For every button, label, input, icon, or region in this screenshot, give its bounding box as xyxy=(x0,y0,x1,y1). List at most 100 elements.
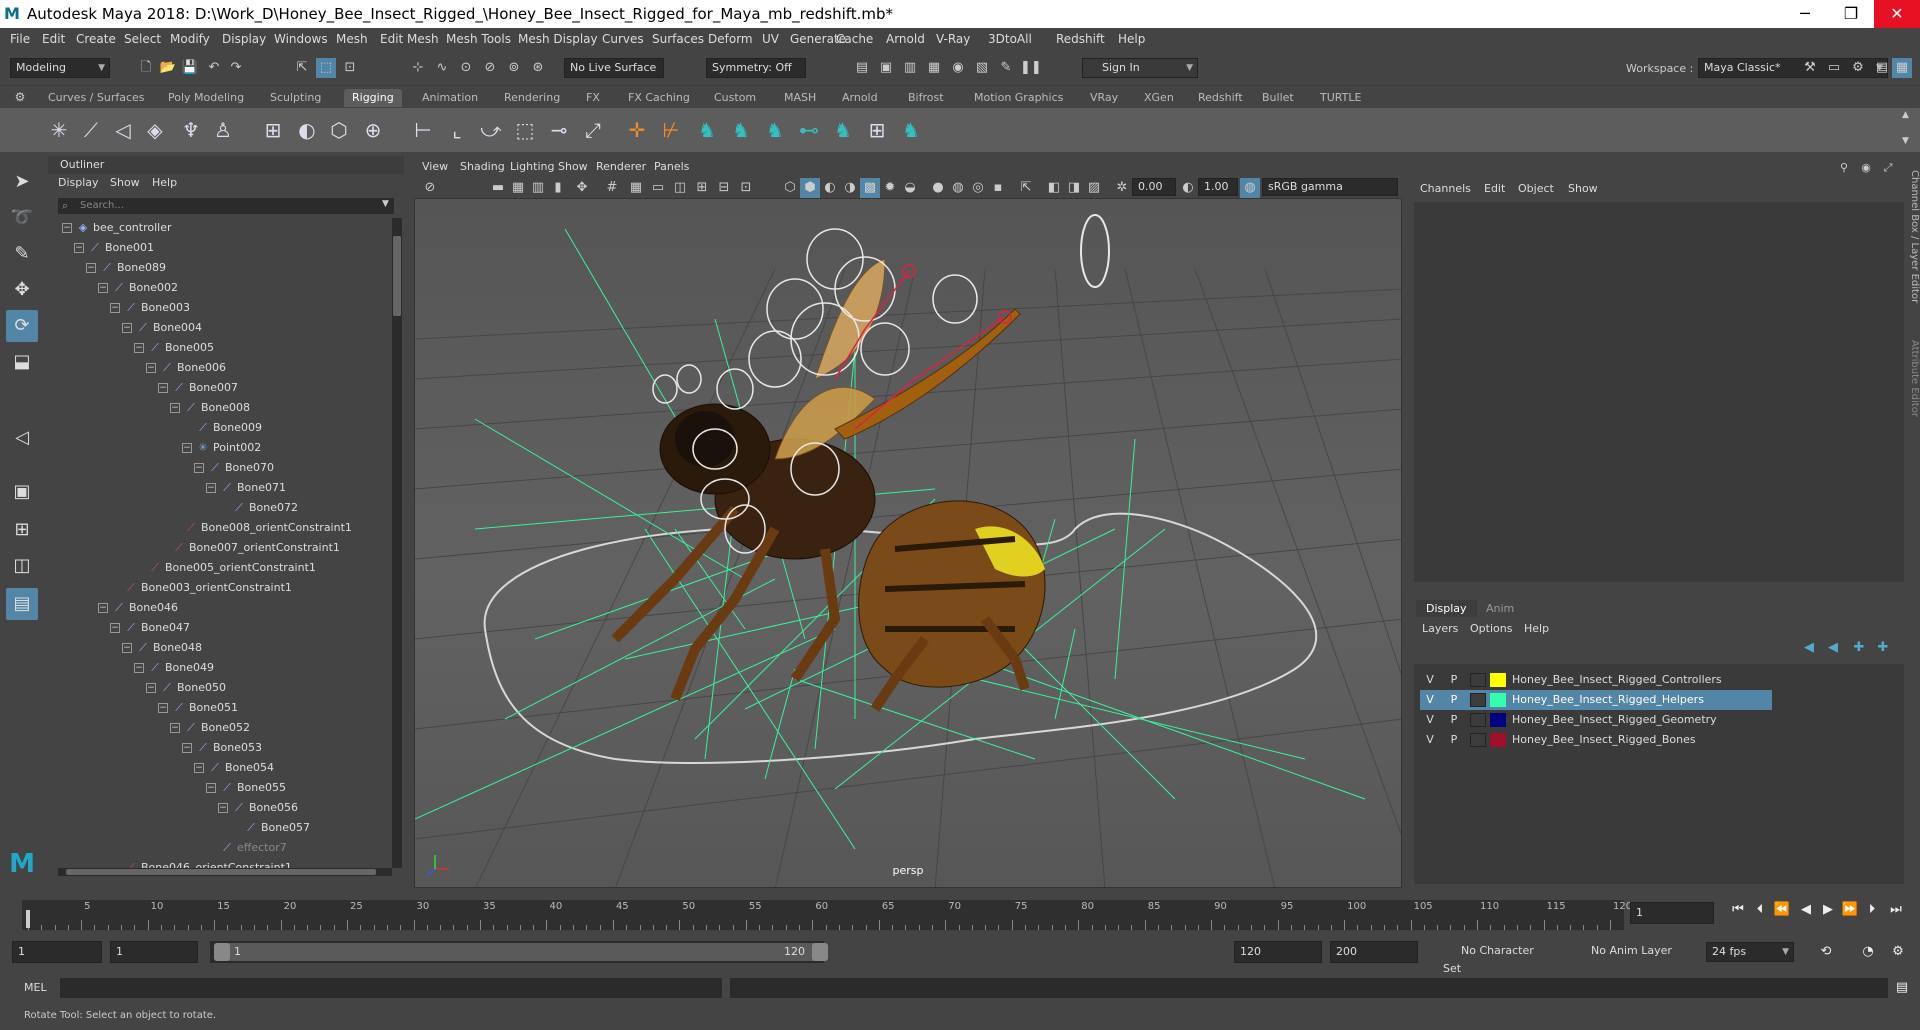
two-layout-icon[interactable]: ◫ xyxy=(6,550,38,582)
shelf-tab-motion-graphics[interactable]: Motion Graphics xyxy=(966,89,1071,107)
channels-edit-menu[interactable]: Edit xyxy=(1484,182,1505,195)
scale-constraint-icon[interactable]: ⬚ xyxy=(510,115,540,145)
snap-edge-icon[interactable]: ⊛ xyxy=(528,58,548,78)
viewport-menu-show[interactable]: Show xyxy=(558,160,588,173)
shelf-tab-vray[interactable]: VRay xyxy=(1082,89,1126,107)
search-options-icon[interactable]: ▼ xyxy=(382,199,389,209)
layer-color-swatch[interactable] xyxy=(1490,713,1506,727)
scale-tool-icon[interactable]: ⬓ xyxy=(6,346,38,378)
outliner-node[interactable]: − ⟋ Bone048 xyxy=(122,638,202,658)
step-back-frame-icon[interactable]: ⏴ xyxy=(1750,900,1770,920)
outliner-node[interactable]: − ⟋ Bone008 xyxy=(170,398,250,418)
outliner-node[interactable]: − ⟋ Bone054 xyxy=(194,758,274,778)
shadows-icon[interactable]: ✹ xyxy=(880,178,900,198)
character-set-dropdown[interactable]: No Character Set xyxy=(1438,942,1554,975)
expand-toggle-icon[interactable]: − xyxy=(122,323,132,333)
paint-weights-icon[interactable]: ◐ xyxy=(292,115,322,145)
symmetry-dropdown[interactable]: Symmetry: Off xyxy=(706,58,806,78)
layers-menu[interactable]: Layers xyxy=(1422,622,1458,635)
outliner-node[interactable]: − ⟋ Bone055 xyxy=(206,778,286,798)
channel-box-pin-icon[interactable]: ⚲ xyxy=(1836,158,1852,174)
layer-playback-toggle[interactable]: P xyxy=(1446,710,1462,730)
outliner-node[interactable]: − ⟋ Bone004 xyxy=(122,318,202,338)
restore-button[interactable]: ❐ xyxy=(1828,0,1874,28)
ik-handle-icon[interactable]: ◁ xyxy=(108,115,138,145)
screen-space-ao-icon[interactable]: ◒ xyxy=(900,178,920,198)
outliner-node[interactable]: − ⟋ Bone049 xyxy=(134,658,214,678)
range-end-handle[interactable] xyxy=(812,943,828,961)
expand-toggle-icon[interactable]: − xyxy=(206,483,216,493)
expand-toggle-icon[interactable] xyxy=(206,843,216,853)
layer-playback-toggle[interactable]: P xyxy=(1446,730,1462,750)
outliner-node[interactable]: ⟋ Bone003_orientConstraint1 xyxy=(110,578,292,598)
lattice-icon[interactable]: ⬡ xyxy=(324,115,354,145)
outliner-hscroll-thumb[interactable] xyxy=(66,869,376,875)
snap-grid-icon[interactable]: ⊹ xyxy=(408,58,428,78)
select-object-icon[interactable]: ⬚ xyxy=(316,58,336,78)
outliner-node[interactable]: ⟋ Bone072 xyxy=(218,498,298,518)
expand-toggle-icon[interactable] xyxy=(170,523,180,533)
shelf-tab-arnold[interactable]: Arnold xyxy=(834,89,886,107)
locator-icon[interactable]: ⊢ xyxy=(408,115,438,145)
soft-mod-icon[interactable]: ⊞ xyxy=(862,115,892,145)
menu-v-ray[interactable]: V-Ray xyxy=(936,32,970,46)
outliner-node[interactable]: − ⟋ Bone070 xyxy=(194,458,274,478)
menu-edit[interactable]: Edit xyxy=(42,32,65,46)
menu-modify[interactable]: Modify xyxy=(170,32,210,46)
expand-toggle-icon[interactable]: − xyxy=(158,383,168,393)
script-editor-icon[interactable]: ▤ xyxy=(1892,978,1912,998)
animation-end-field[interactable]: 200 xyxy=(1330,941,1418,963)
smooth-shade-icon[interactable]: ⬢ xyxy=(800,178,820,198)
hik-icon[interactable]: ♙ xyxy=(208,115,238,145)
expand-toggle-icon[interactable]: − xyxy=(110,303,120,313)
viewport-scene[interactable]: persp xyxy=(414,198,1402,888)
undo-icon[interactable]: ↶ xyxy=(204,58,224,78)
expand-toggle-icon[interactable]: − xyxy=(194,763,204,773)
backface-icon[interactable]: ▨ xyxy=(1084,178,1104,198)
shelf-tab-bullet[interactable]: Bullet xyxy=(1254,89,1302,107)
paint-select-tool-icon[interactable]: ✎ xyxy=(6,238,38,270)
channels-menu[interactable]: Channels xyxy=(1420,182,1471,195)
layer-row[interactable]: V P Honey_Bee_Insect_Rigged_Geometry xyxy=(1420,710,1772,730)
wireframe-icon[interactable]: ⬡ xyxy=(780,178,800,198)
expand-toggle-icon[interactable] xyxy=(134,563,144,573)
nonlinear-deformer-icon[interactable]: ♞ xyxy=(828,115,858,145)
outliner-node[interactable]: ⟋ Bone005_orientConstraint1 xyxy=(134,558,316,578)
wireframe-on-shaded-icon[interactable]: ◐ xyxy=(820,178,840,198)
anim-layer-dropdown[interactable]: No Anim Layer xyxy=(1568,942,1684,962)
outliner-node[interactable]: − ⟋ Bone056 xyxy=(218,798,298,818)
layer-display-type-toggle[interactable] xyxy=(1470,673,1486,687)
menu-help[interactable]: Help xyxy=(1118,32,1145,46)
shelf-tab-fx[interactable]: FX xyxy=(578,89,608,107)
expand-toggle-icon[interactable]: − xyxy=(110,623,120,633)
time-slider-track[interactable]: 5 10 15 20 25 30 35 40 45 50 55 60 65 70 75 80 85 90 95 100… xyxy=(22,900,1632,930)
menu-mesh[interactable]: Mesh xyxy=(336,32,368,46)
hypershade-icon[interactable]: ◉ xyxy=(948,58,968,78)
outliner-search-input[interactable]: Search... xyxy=(58,198,394,214)
quick-rig-icon[interactable]: ♆ xyxy=(176,115,206,145)
play-backwards-icon[interactable]: ◀ xyxy=(1796,900,1816,920)
bookmark-icon[interactable]: ▦ xyxy=(508,178,528,198)
safe-title-icon[interactable]: ⊡ xyxy=(736,178,756,198)
outliner-menu-help[interactable]: Help xyxy=(152,176,177,189)
sign-in-button[interactable]: Sign In ▼ xyxy=(1082,58,1198,78)
live-surface-field[interactable]: No Live Surface xyxy=(564,58,664,78)
tab-anim[interactable]: Anim xyxy=(1476,600,1524,617)
expand-toggle-icon[interactable]: − xyxy=(182,743,192,753)
outliner-node[interactable]: − ⟋ Bone001 xyxy=(74,238,154,258)
expand-toggle-icon[interactable]: − xyxy=(62,223,72,233)
menu-edit-mesh[interactable]: Edit Mesh xyxy=(380,32,439,46)
outliner-menu-display[interactable]: Display xyxy=(58,176,99,189)
outliner-node[interactable]: − ⟋ Bone052 xyxy=(170,718,250,738)
ik-spline-icon[interactable]: ◈ xyxy=(140,115,170,145)
animation-start-field[interactable]: 1 xyxy=(12,941,102,963)
outliner-hscrollbar[interactable] xyxy=(58,868,392,876)
modeling-toolkit-icon[interactable]: ⚒ xyxy=(1800,58,1820,78)
range-track[interactable]: 1 120 xyxy=(210,941,828,963)
insert-joint-icon[interactable]: ⟋ xyxy=(76,115,106,145)
outliner-node[interactable]: ⟋ Bone009 xyxy=(182,418,262,438)
expand-toggle-icon[interactable] xyxy=(110,583,120,593)
outliner-node[interactable]: − ⟋ Bone003 xyxy=(110,298,190,318)
new-layer-icon[interactable]: ✚ xyxy=(1850,638,1868,656)
render-region-icon[interactable]: ▧ xyxy=(972,58,992,78)
